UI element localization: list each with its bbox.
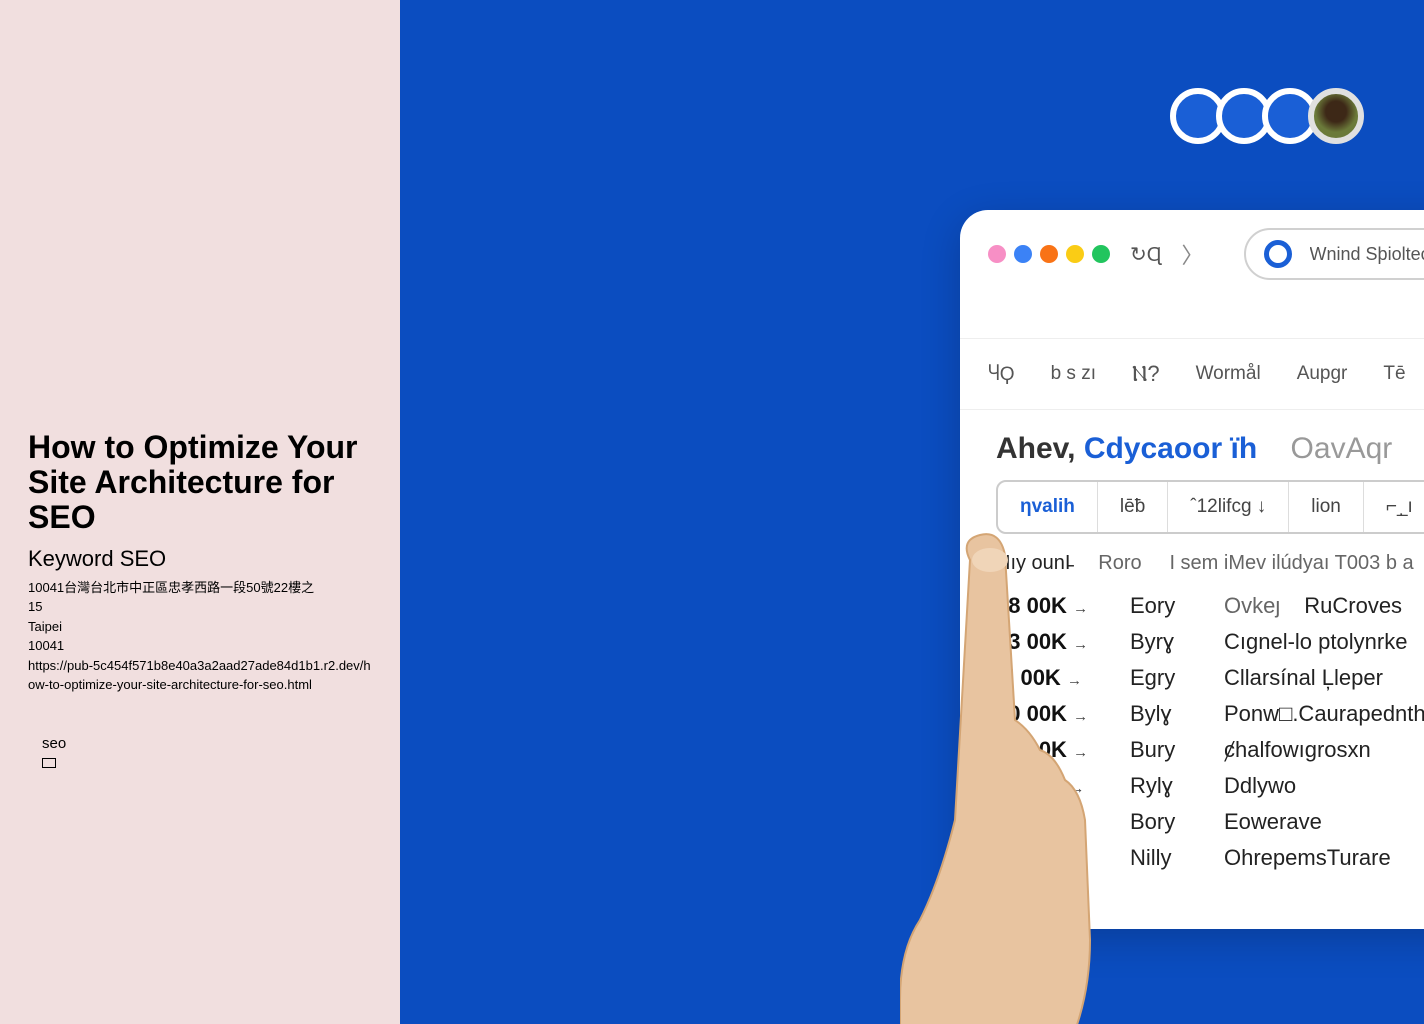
sub-header-part: I sem iMev ilúdyaı T003 b a	[1169, 552, 1413, 574]
hero-area: ↻Ɋ 〉 Wnind Sþioltech Qvsarnowing ?mats Q…	[400, 0, 1424, 1024]
tag-label: seo	[28, 735, 372, 752]
sub-header: Hıy ounI̵ Roro I sem iMev ilúdyaı T003 b…	[996, 552, 1424, 575]
row-label: Eory	[1130, 593, 1200, 619]
table-row[interactable]: 13 00K → Byrɣ Cıgnel-lo ptolynrke	[996, 629, 1424, 655]
table-row[interactable]: 8I 00K → Egry Cllarsínal L̦leper	[996, 665, 1424, 691]
forward-icon[interactable]: 〉	[1182, 238, 1204, 270]
row-label: Bory	[1130, 809, 1200, 835]
toolbar-item[interactable]: Ⲛ?	[1132, 361, 1160, 387]
table-row[interactable]: 17 004 → Rylɣ Ddlywo	[996, 773, 1424, 799]
loading-circle-icon	[1264, 240, 1292, 268]
table-row[interactable]: 80 00K → Bylɣ Ponw□.Caurapednth	[996, 701, 1424, 727]
toolbar-item[interactable]: Aupgr	[1297, 363, 1348, 385]
arrow-right-icon: →	[1073, 816, 1088, 833]
row-label: Byrɣ	[1130, 629, 1200, 655]
content-area: Ahev, Cdycaoor ïh OavAqr ηvalih lēƀ ˆ12l…	[960, 410, 1424, 929]
row-label: Egry	[1130, 665, 1200, 691]
logo-cluster	[1180, 88, 1364, 144]
sub-header-part: Hıy ounI̵	[996, 552, 1070, 574]
city: Taipei	[28, 617, 372, 637]
table-row[interactable]: 68 00K → Eory Ovkeȷ RuCroves	[996, 593, 1424, 619]
sub-header-part: Roro	[1098, 552, 1141, 574]
table-row[interactable]: 80 00K → Nilly OhrepemsTurare	[996, 845, 1424, 871]
arrow-right-icon: →	[1073, 852, 1088, 869]
breadcrumb: Ahev, Cdycaoor ïh OavAqr	[996, 432, 1424, 466]
page-url: https://pub-5c454f571b8e40a3a2aad27ade84…	[28, 656, 372, 695]
filter-tab[interactable]: ˆ12lifcg ↓	[1168, 482, 1289, 532]
browser-window: ↻Ɋ 〉 Wnind Sþioltech Qvsarnowing ?mats Q…	[960, 210, 1424, 929]
toolbar-item[interactable]: Tē	[1383, 363, 1405, 385]
metric-value: 68 00K →	[996, 593, 1106, 619]
postal-code: 10041	[28, 636, 372, 656]
row-description: OhrepemsTurare	[1224, 845, 1391, 871]
filter-tab[interactable]: lion	[1289, 482, 1364, 532]
reload-icon[interactable]: ↻Ɋ	[1130, 242, 1162, 267]
row-label: Bylɣ	[1130, 701, 1200, 727]
metric-value: 32 00K →	[996, 809, 1106, 835]
box-icon	[42, 758, 56, 768]
toolbar: ႷϘ b s zı Ⲛ? Wormål Aupgr Tē Tigeıv, nlo…	[960, 338, 1424, 410]
toolbar-item[interactable]: Wormål	[1196, 363, 1261, 385]
traffic-light-icon[interactable]	[1092, 245, 1110, 263]
page-title: How to Optimize Your Site Architecture f…	[28, 430, 372, 536]
table-row[interactable]: 82 00K → Bury ȼhalfowıgrosxn	[996, 737, 1424, 763]
metric-value: 13 00K →	[996, 629, 1106, 655]
address-bar[interactable]: Wnind Sþioltech Qvsarnowing ?mats Qítl ·…	[1244, 228, 1424, 280]
address-number: 15	[28, 597, 372, 617]
address-text: Wnind Sþioltech Qvsarnowing ?mats Qítl ·…	[1310, 244, 1424, 265]
table-row[interactable]: 32 00K → Bory Eowerave	[996, 809, 1424, 835]
row-description: Eowerave	[1224, 809, 1322, 835]
traffic-light-icon[interactable]	[1040, 245, 1058, 263]
row-label: Nilly	[1130, 845, 1200, 871]
row-description: ȼhalfowıgrosxn	[1224, 737, 1371, 763]
traffic-light-icon[interactable]	[1014, 245, 1032, 263]
row-description: Ddlywo	[1224, 773, 1296, 799]
filter-tab[interactable]: ηvalih	[998, 482, 1098, 532]
row-description: Cıgnel-lo ptolynrke	[1224, 629, 1407, 655]
arrow-right-icon: →	[1072, 888, 1087, 905]
toolbar-item[interactable]: ႷϘ	[988, 363, 1015, 386]
arrow-right-icon: →	[1073, 708, 1088, 725]
crumb-segment[interactable]: Cdycaoor	[1084, 432, 1222, 465]
filter-row: ηvalih lēƀ ˆ12lifcg ↓ lion ⌐_̣ı TⱣ ⌐⌣ Ex…	[996, 480, 1424, 534]
metric-value: 17 004 →	[996, 773, 1106, 799]
left-sidebar: How to Optimize Your Site Architecture f…	[0, 0, 400, 1024]
data-table: 68 00K → Eory Ovkeȷ RuCroves 13 00K → Byrɣ Cıg…	[996, 593, 1424, 907]
metric-value: 8I 00K →	[996, 665, 1106, 691]
row-label: Rylɣ	[1130, 773, 1200, 799]
row-description: RuCroves	[1304, 593, 1402, 619]
browser-chrome: ↻Ɋ 〉 Wnind Sþioltech Qvsarnowing ?mats Q…	[960, 210, 1424, 298]
traffic-lights	[988, 245, 1110, 263]
crumb-segment: ïh	[1231, 432, 1258, 465]
metric-value: 80 00K →	[996, 701, 1106, 727]
row-description: Cllarsínal L̦leper	[1224, 665, 1383, 691]
filter-tab[interactable]: ⌐_̣ı	[1364, 482, 1424, 532]
filter-tab[interactable]: lēƀ	[1098, 482, 1168, 532]
address-line: 10041台灣台北市中正區忠孝西路一段50號22樓之	[28, 578, 372, 598]
arrow-right-icon: →	[1067, 672, 1082, 689]
metric-value: 82 00K →	[996, 737, 1106, 763]
toolbar-item[interactable]: b s zı	[1051, 363, 1096, 385]
metric-value: 8ᴇ 00K →	[996, 881, 1106, 907]
logo-circle-icon	[1308, 88, 1364, 144]
page-subtitle: Keyword SEO	[28, 546, 372, 572]
traffic-light-icon[interactable]	[988, 245, 1006, 263]
traffic-light-icon[interactable]	[1066, 245, 1084, 263]
row-extra: Ovkeȷ	[1224, 593, 1280, 619]
metric-value: 80 00K →	[996, 845, 1106, 871]
crumb-segment: OavAqr	[1291, 432, 1393, 465]
row-description: Ponw□.Caurapednth	[1224, 701, 1424, 727]
arrow-right-icon: →	[1073, 600, 1088, 617]
row-label: Bury	[1130, 737, 1200, 763]
arrow-right-icon: →	[1073, 744, 1088, 761]
crumb-segment: Ahev,	[996, 432, 1075, 465]
arrow-right-icon: →	[1073, 636, 1088, 653]
arrow-right-icon: →	[1069, 780, 1084, 797]
table-row[interactable]: 8ᴇ 00K →	[996, 881, 1424, 907]
